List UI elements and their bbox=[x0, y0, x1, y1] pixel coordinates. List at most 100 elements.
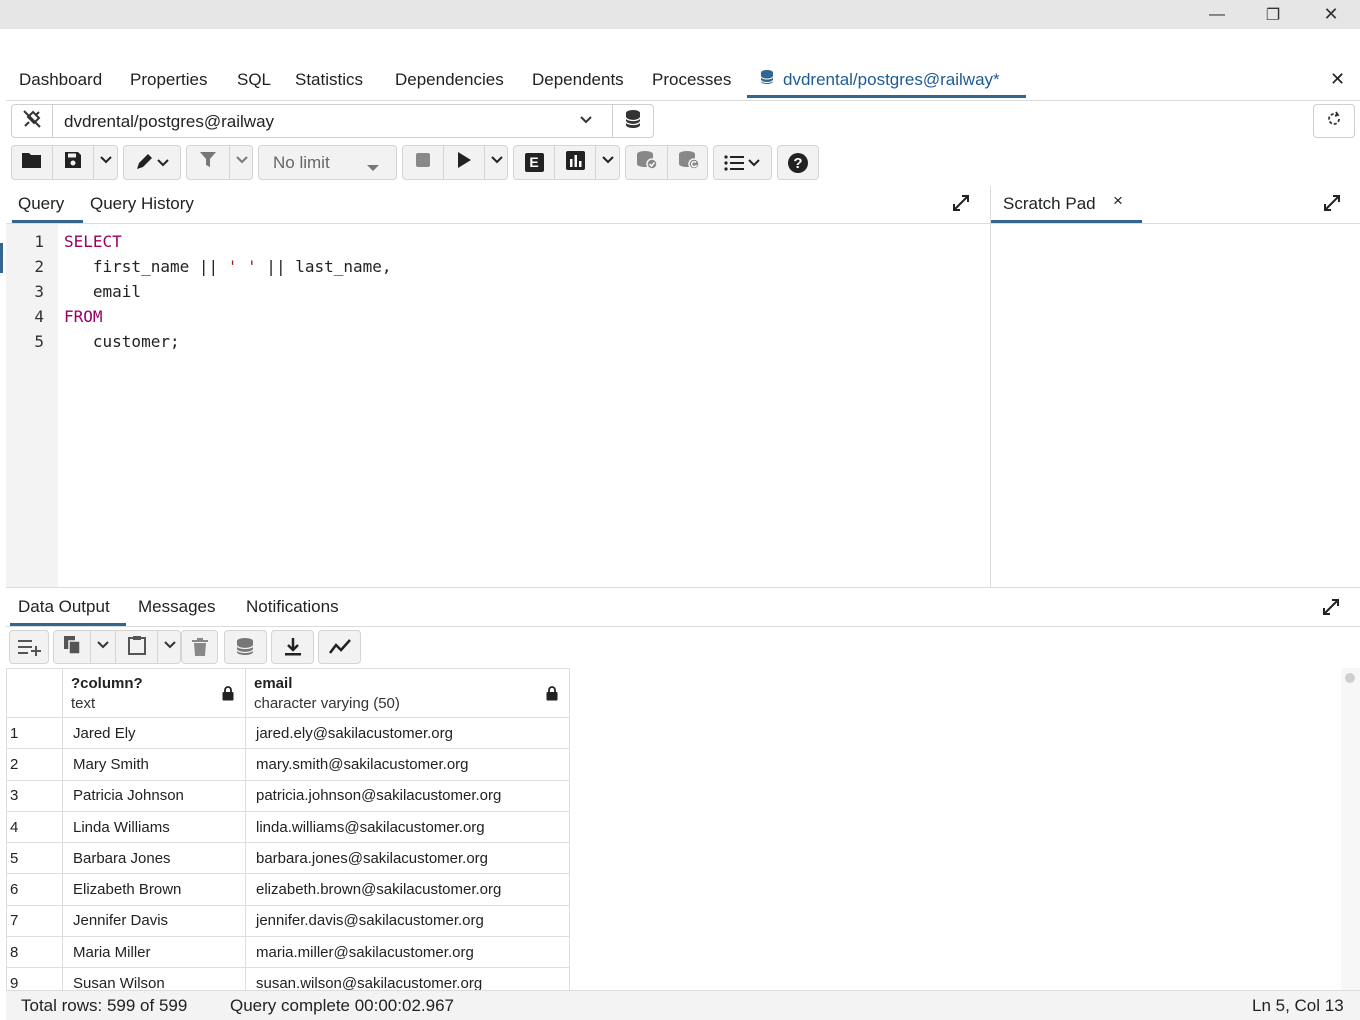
data-cell[interactable]: Jared Ely bbox=[62, 716, 246, 750]
scratch-pad-textarea[interactable] bbox=[991, 224, 1360, 587]
tab-properties[interactable]: Properties bbox=[130, 70, 207, 90]
filter-toolbar-group bbox=[186, 145, 253, 180]
help-button[interactable]: ? bbox=[777, 145, 819, 180]
line-number: 5 bbox=[34, 332, 44, 351]
download-button[interactable] bbox=[271, 630, 314, 664]
filter-options-dropdown[interactable] bbox=[230, 146, 254, 179]
open-file-button[interactable] bbox=[12, 146, 52, 179]
tab-notifications[interactable]: Notifications bbox=[246, 597, 339, 617]
delete-row-button[interactable] bbox=[181, 630, 218, 664]
tab-data-output[interactable]: Data Output bbox=[18, 597, 110, 617]
play-icon bbox=[456, 151, 472, 174]
save-file-button[interactable] bbox=[53, 146, 93, 179]
row-number-cell[interactable]: 4 bbox=[6, 810, 63, 844]
data-cell[interactable]: Elizabeth Brown bbox=[62, 873, 246, 906]
results-vertical-scrollbar[interactable] bbox=[1341, 668, 1360, 990]
data-cell[interactable]: elizabeth.brown@sakilacustomer.org bbox=[245, 873, 570, 906]
connection-select[interactable]: dvdrental/postgres@railway bbox=[52, 104, 613, 138]
tab-query-history[interactable]: Query History bbox=[90, 194, 194, 214]
chevron-down-icon bbox=[235, 153, 249, 172]
explain-toolbar-group: E bbox=[513, 145, 620, 180]
data-cell[interactable]: Patricia Johnson bbox=[62, 779, 246, 812]
add-row-icon bbox=[10, 631, 50, 663]
data-cell[interactable]: Mary Smith bbox=[62, 748, 246, 781]
tab-scratch-pad[interactable]: Scratch Pad bbox=[1003, 194, 1096, 214]
explain-analyze-button[interactable] bbox=[555, 146, 595, 179]
edit-menu-button[interactable] bbox=[123, 145, 181, 180]
window-close-button[interactable]: ✕ bbox=[1308, 0, 1354, 29]
tab-query[interactable]: Query bbox=[18, 194, 64, 214]
maximize-button[interactable]: ❐ bbox=[1250, 0, 1296, 29]
tab-dependents[interactable]: Dependents bbox=[532, 70, 624, 90]
database-commit-icon bbox=[636, 150, 658, 175]
expand-scratch-pad-button[interactable] bbox=[1323, 194, 1341, 217]
commit-button[interactable] bbox=[626, 146, 667, 179]
macros-button[interactable] bbox=[713, 145, 772, 180]
explain-options-dropdown[interactable] bbox=[596, 146, 620, 179]
add-row-button[interactable] bbox=[9, 630, 49, 664]
execute-options-dropdown[interactable] bbox=[485, 146, 509, 179]
row-number-cell[interactable]: 8 bbox=[6, 936, 63, 969]
expand-output-button[interactable] bbox=[1322, 598, 1340, 621]
row-limit-select[interactable]: No limit bbox=[258, 145, 397, 180]
data-cell[interactable]: Maria Miller bbox=[62, 936, 246, 969]
save-data-button[interactable] bbox=[224, 630, 267, 664]
data-cell[interactable]: Linda Williams bbox=[62, 810, 246, 844]
save-options-dropdown[interactable] bbox=[94, 146, 118, 179]
close-scratch-pad-button[interactable]: × bbox=[1113, 191, 1123, 211]
table-row[interactable]: 4 Linda Williams linda.williams@sakilacust… bbox=[6, 810, 570, 844]
table-row[interactable]: 7 Jennifer Davis jennifer.davis@sakilacust… bbox=[6, 904, 570, 938]
tab-query-tool[interactable]: dvdrental/postgres@railway* bbox=[783, 70, 1000, 90]
close-tab-button[interactable]: ✕ bbox=[1330, 69, 1345, 90]
row-number-cell[interactable]: 7 bbox=[6, 904, 63, 938]
table-row[interactable]: 2 Mary Smith mary.smith@sakilacustomer.org bbox=[6, 748, 570, 781]
table-row[interactable]: 1 Jared Ely jared.ely@sakilacustomer.org bbox=[6, 716, 570, 750]
filter-button[interactable] bbox=[187, 146, 229, 179]
sql-editor[interactable]: SELECT first_name || ' ' || last_name, e… bbox=[58, 224, 990, 587]
table-row[interactable]: 5 Barbara Jones barbara.jones@sakilacustom… bbox=[6, 842, 570, 875]
stop-button[interactable] bbox=[403, 146, 443, 179]
tab-messages[interactable]: Messages bbox=[138, 597, 215, 617]
row-number-cell[interactable]: 6 bbox=[6, 873, 63, 906]
table-row[interactable]: 6 Elizabeth Brown elizabeth.brown@sakilacu… bbox=[6, 873, 570, 906]
graph-visualiser-button[interactable] bbox=[318, 630, 361, 664]
copy-options-dropdown[interactable] bbox=[91, 631, 115, 663]
refresh-button[interactable] bbox=[1313, 104, 1355, 138]
data-cell[interactable]: jared.ely@sakilacustomer.org bbox=[245, 716, 570, 750]
save-icon bbox=[64, 151, 82, 174]
table-row[interactable]: 3 Patricia Johnson patricia.johnson@sakila… bbox=[6, 779, 570, 812]
row-number-cell[interactable]: 1 bbox=[6, 716, 63, 750]
column-header[interactable]: ?column? text bbox=[62, 668, 246, 718]
explain-button[interactable]: E bbox=[514, 146, 554, 179]
tab-dashboard[interactable]: Dashboard bbox=[19, 70, 102, 90]
connection-status-button[interactable] bbox=[11, 104, 53, 138]
row-number-cell[interactable]: 5 bbox=[6, 842, 63, 875]
tab-sql[interactable]: SQL bbox=[237, 70, 271, 90]
data-cell[interactable]: maria.miller@sakilacustomer.org bbox=[245, 936, 570, 969]
data-cell[interactable]: Barbara Jones bbox=[62, 842, 246, 875]
rollback-button[interactable] bbox=[668, 146, 709, 179]
minimize-button[interactable]: — bbox=[1194, 0, 1240, 29]
data-cell[interactable]: mary.smith@sakilacustomer.org bbox=[245, 748, 570, 781]
data-cell[interactable]: barbara.jones@sakilacustomer.org bbox=[245, 842, 570, 875]
paste-options-dropdown[interactable] bbox=[158, 631, 182, 663]
tab-processes[interactable]: Processes bbox=[652, 70, 731, 90]
paste-button[interactable] bbox=[116, 631, 157, 663]
copy-button[interactable] bbox=[54, 631, 90, 663]
data-cell[interactable]: jennifer.davis@sakilacustomer.org bbox=[245, 904, 570, 938]
column-header[interactable]: email character varying (50) bbox=[245, 668, 570, 718]
row-number-cell[interactable]: 2 bbox=[6, 748, 63, 781]
new-connection-button[interactable] bbox=[612, 104, 654, 138]
tab-dependencies[interactable]: Dependencies bbox=[395, 70, 504, 90]
data-cell[interactable]: patricia.johnson@sakilacustomer.org bbox=[245, 779, 570, 812]
data-cell[interactable]: Jennifer Davis bbox=[62, 904, 246, 938]
execute-button[interactable] bbox=[444, 146, 484, 179]
scrollbar-thumb[interactable] bbox=[1345, 673, 1355, 683]
expand-editor-button[interactable] bbox=[952, 194, 970, 217]
tab-statistics[interactable]: Statistics bbox=[295, 70, 363, 90]
table-row[interactable]: 8 Maria Miller maria.miller@sakilacustomer… bbox=[6, 936, 570, 969]
line-number: 3 bbox=[34, 282, 44, 301]
database-save-icon bbox=[225, 631, 267, 663]
row-number-cell[interactable]: 3 bbox=[6, 779, 63, 812]
data-cell[interactable]: linda.williams@sakilacustomer.org bbox=[245, 810, 570, 844]
